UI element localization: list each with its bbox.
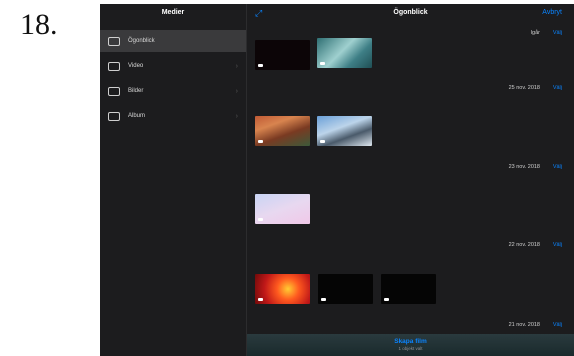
cancel-button[interactable]: Avbryt xyxy=(542,9,562,16)
video-thumbnail[interactable] xyxy=(381,274,436,304)
video-camera-icon xyxy=(320,62,325,65)
sidebar-item-video[interactable]: Video › xyxy=(100,55,246,77)
video-icon xyxy=(108,61,120,71)
sidebar: Medier Ögonblick Video › Bilder › Album … xyxy=(100,4,247,356)
date-section-header: 23 nov. 2018 Välj xyxy=(247,164,574,174)
video-thumbnail[interactable] xyxy=(317,38,372,68)
chevron-right-icon: › xyxy=(235,87,238,95)
video-thumbnail[interactable] xyxy=(255,194,310,224)
select-button[interactable]: Välj xyxy=(553,164,562,170)
chevron-right-icon: › xyxy=(235,62,238,70)
select-button[interactable]: Välj xyxy=(553,242,562,248)
date-section-header: 22 nov. 2018 Välj xyxy=(247,242,574,252)
video-thumbnail[interactable] xyxy=(317,116,372,146)
sidebar-item-label: Bilder xyxy=(128,88,144,94)
video-camera-icon xyxy=(384,298,389,301)
video-thumbnail[interactable] xyxy=(318,274,373,304)
ipad-screen: Medier Ögonblick Video › Bilder › Album … xyxy=(100,4,574,356)
video-camera-icon xyxy=(258,298,263,301)
album-icon xyxy=(108,111,120,121)
sidebar-item-label: Video xyxy=(128,63,144,69)
select-button[interactable]: Välj xyxy=(553,30,562,36)
date-section-header: 21 nov. 2018 Välj xyxy=(247,322,574,332)
date-label: Igår xyxy=(530,30,540,36)
moments-icon xyxy=(108,36,120,46)
video-camera-icon xyxy=(320,140,325,143)
moments-panel: ⤢ Ögonblick Avbryt Igår Välj 25 nov. 201… xyxy=(247,4,574,356)
date-label: 22 nov. 2018 xyxy=(508,242,540,248)
step-number: 18. xyxy=(20,8,58,41)
video-thumbnail[interactable] xyxy=(255,274,310,304)
sidebar-title: Medier xyxy=(161,9,185,16)
select-button[interactable]: Välj xyxy=(553,322,562,328)
sidebar-item-label: Ögonblick xyxy=(128,38,155,44)
video-camera-icon xyxy=(258,140,263,143)
date-label: 25 nov. 2018 xyxy=(508,85,540,91)
chevron-right-icon: › xyxy=(235,112,238,120)
video-camera-icon xyxy=(321,298,326,301)
date-label: 23 nov. 2018 xyxy=(508,164,540,170)
create-movie-button[interactable]: Skapa film xyxy=(247,338,574,345)
video-thumbnail[interactable] xyxy=(255,40,310,70)
main-title: Ögonblick xyxy=(393,9,428,16)
video-camera-icon xyxy=(258,64,263,67)
date-section-header: 25 nov. 2018 Välj xyxy=(247,85,574,95)
create-movie-subtitle: 1 objekt valt xyxy=(398,346,423,351)
date-section-header: Igår Välj xyxy=(247,30,574,40)
photos-icon xyxy=(108,86,120,96)
sidebar-item-photos[interactable]: Bilder › xyxy=(100,80,246,102)
sidebar-item-album[interactable]: Album › xyxy=(100,105,246,127)
video-camera-icon xyxy=(258,218,263,221)
sidebar-item-moments[interactable]: Ögonblick xyxy=(100,30,246,52)
create-movie-bar: Skapa film 1 objekt valt xyxy=(247,334,574,356)
select-button[interactable]: Välj xyxy=(553,85,562,91)
sidebar-item-label: Album xyxy=(128,113,146,119)
date-label: 21 nov. 2018 xyxy=(508,322,540,328)
video-thumbnail[interactable] xyxy=(255,116,310,146)
